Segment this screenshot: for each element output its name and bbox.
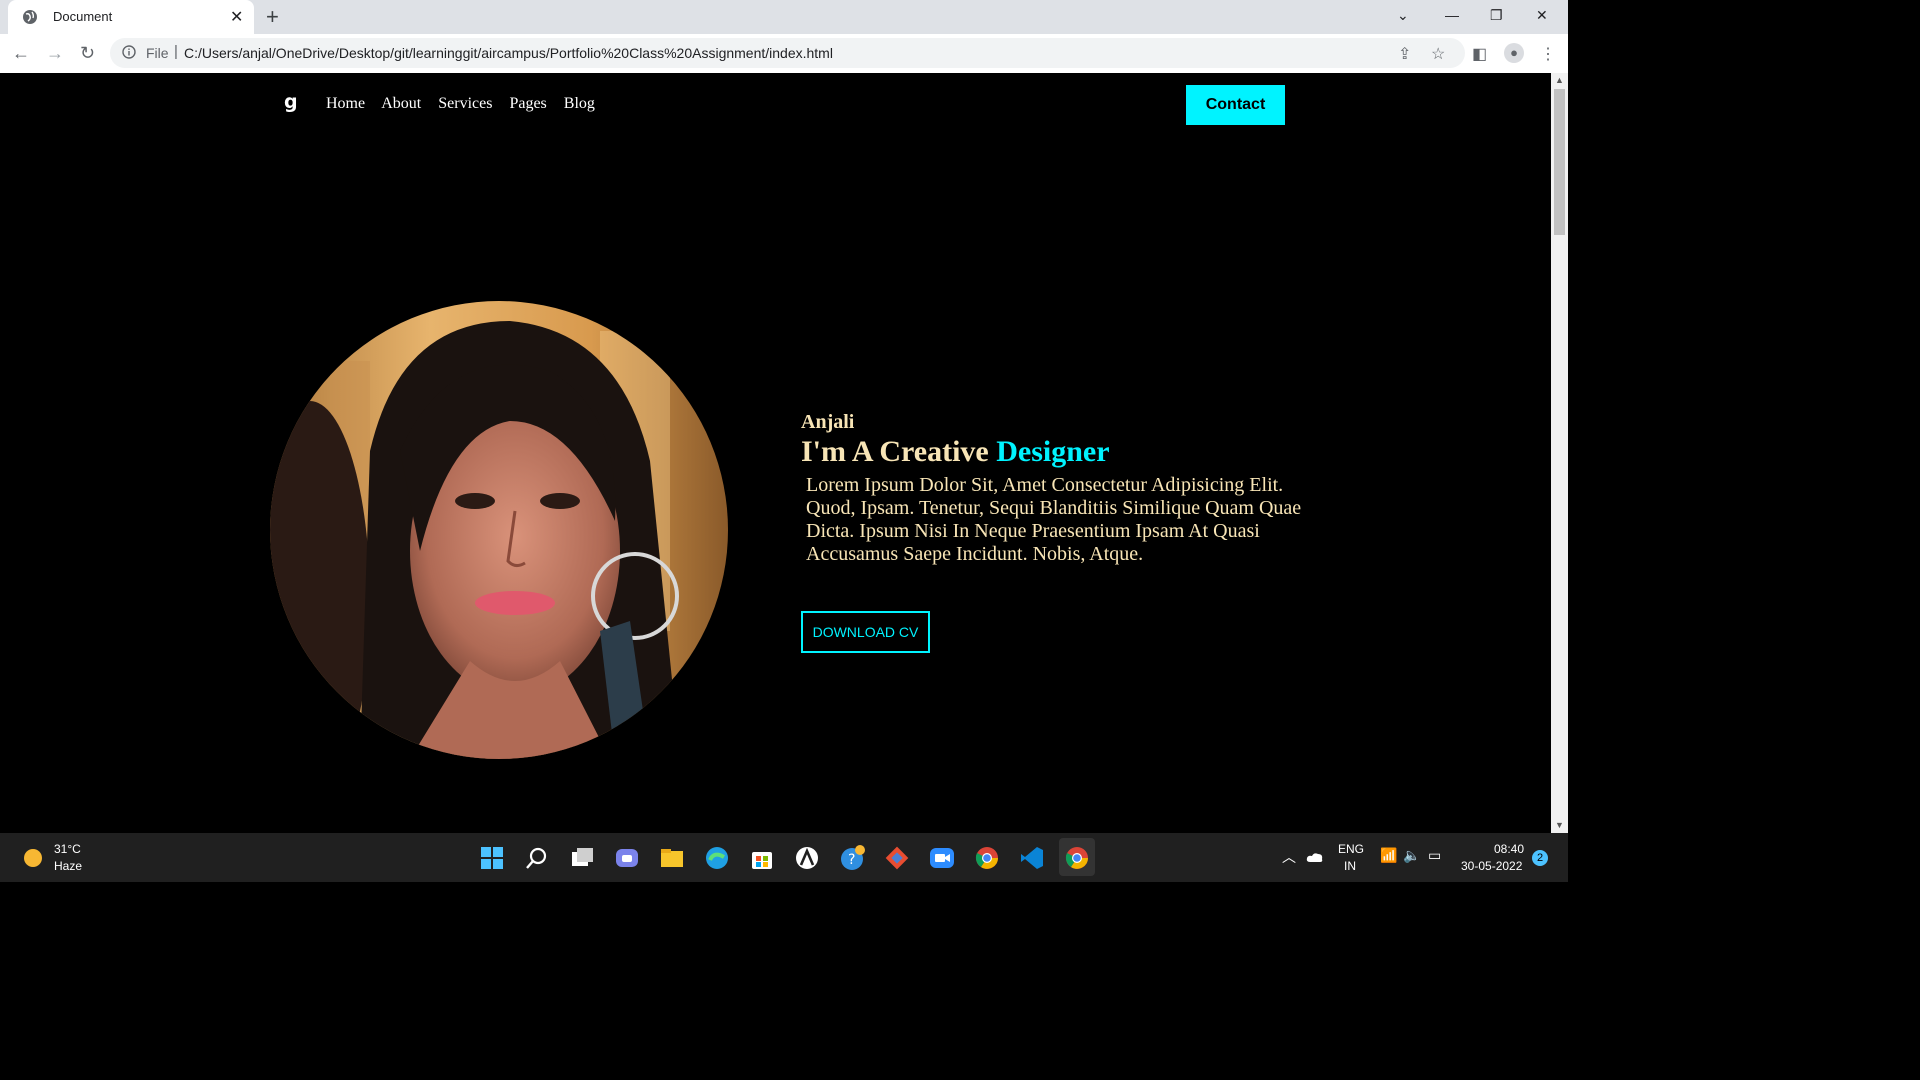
onedrive-cloud-icon[interactable] bbox=[1306, 851, 1324, 863]
hero-title-accent: Designer bbox=[996, 435, 1110, 468]
battery-icon[interactable]: ▭ bbox=[1428, 847, 1441, 864]
hero-paragraph: Lorem Ipsum Dolor Sit, Amet Consectetur … bbox=[806, 474, 1302, 565]
clock-time[interactable]: 08:40 bbox=[1494, 842, 1524, 856]
profile-icon[interactable]: ● bbox=[1504, 43, 1524, 63]
minimize-icon[interactable]: — bbox=[1445, 7, 1459, 23]
tab-search-icon[interactable]: ⌄ bbox=[1397, 7, 1409, 24]
url-separator: | bbox=[174, 43, 178, 60]
back-icon[interactable]: ← bbox=[12, 43, 30, 64]
nav-pages[interactable]: Pages bbox=[509, 95, 546, 112]
url-scheme: File bbox=[146, 45, 169, 61]
share-icon[interactable]: ⇪ bbox=[1398, 44, 1411, 64]
help-icon[interactable]: ? bbox=[839, 845, 865, 871]
contact-button[interactable]: Contact bbox=[1186, 85, 1285, 125]
weather-sun-icon[interactable] bbox=[24, 849, 42, 867]
chat-icon[interactable] bbox=[614, 845, 640, 871]
zoom-icon[interactable] bbox=[929, 845, 955, 871]
bookmark-star-icon[interactable]: ☆ bbox=[1431, 44, 1445, 64]
tab-strip: Document ✕ + ⌄ — ❐ ✕ bbox=[0, 0, 1568, 34]
url-text[interactable]: C:/Users/anjal/OneDrive/Desktop/git/lear… bbox=[184, 45, 833, 61]
wifi-icon[interactable]: 📶 bbox=[1380, 847, 1397, 864]
weather-condition[interactable]: Haze bbox=[54, 859, 82, 873]
region-indicator[interactable]: IN bbox=[1344, 859, 1356, 873]
notification-badge[interactable]: 2 bbox=[1532, 850, 1548, 866]
nav-home[interactable]: Home bbox=[326, 95, 365, 112]
vscode-icon[interactable] bbox=[1019, 845, 1045, 871]
chevron-up-icon[interactable]: ︿ bbox=[1282, 847, 1296, 867]
file-explorer-icon[interactable] bbox=[659, 845, 685, 871]
reload-icon[interactable]: ↻ bbox=[80, 43, 95, 64]
restore-icon[interactable]: ❐ bbox=[1490, 7, 1503, 24]
scroll-down-icon[interactable]: ▼ bbox=[1555, 820, 1564, 830]
tab-close-icon[interactable]: ✕ bbox=[230, 7, 243, 27]
profile-photo bbox=[270, 301, 728, 759]
window-close-icon[interactable]: ✕ bbox=[1536, 7, 1548, 24]
hero-title-prefix: I'm A Creative bbox=[801, 435, 997, 468]
task-view-icon[interactable] bbox=[569, 845, 595, 871]
browser-toolbar: ← → ↻ File | C:/Users/anjal/OneDrive/Des… bbox=[0, 34, 1568, 74]
forward-icon[interactable]: → bbox=[46, 43, 64, 64]
chrome-icon[interactable] bbox=[974, 845, 1000, 871]
clock-date[interactable]: 30-05-2022 bbox=[1461, 859, 1522, 873]
nav-blog[interactable]: Blog bbox=[564, 95, 595, 112]
nav-about[interactable]: About bbox=[381, 95, 421, 112]
app-a-icon[interactable] bbox=[794, 845, 820, 871]
site-nav: Home About Services Pages Blog bbox=[326, 95, 608, 113]
scroll-thumb[interactable] bbox=[1554, 89, 1565, 235]
chrome-active-icon[interactable] bbox=[1064, 845, 1090, 871]
language-indicator[interactable]: ENG bbox=[1338, 842, 1364, 856]
nav-services[interactable]: Services bbox=[438, 95, 492, 112]
page-viewport: g Home About Services Pages Blog Contact bbox=[0, 73, 1551, 833]
site-logo[interactable]: g bbox=[284, 91, 298, 113]
windows-taskbar: 31°C Haze ? ︿ ENG IN 📶 🔈 ▭ 08:40 30-05-2… bbox=[0, 833, 1568, 882]
new-tab-button[interactable]: + bbox=[266, 4, 279, 30]
tab-title: Document bbox=[53, 9, 113, 24]
menu-kebab-icon[interactable]: ⋮ bbox=[1540, 44, 1556, 64]
address-bar[interactable]: File | C:/Users/anjal/OneDrive/Desktop/g… bbox=[110, 38, 1465, 68]
side-panel-icon[interactable]: ◧ bbox=[1472, 44, 1487, 64]
store-icon[interactable] bbox=[749, 845, 775, 871]
volume-icon[interactable]: 🔈 bbox=[1403, 847, 1420, 864]
git-icon[interactable] bbox=[884, 845, 910, 871]
weather-temperature[interactable]: 31°C bbox=[54, 842, 81, 856]
page-scrollbar[interactable]: ▲ ▼ bbox=[1551, 73, 1568, 833]
browser-tab[interactable]: Document ✕ bbox=[8, 0, 254, 34]
search-icon[interactable] bbox=[524, 845, 550, 871]
hero-name: Anjali bbox=[801, 411, 855, 433]
download-cv-button[interactable]: DOWNLOAD CV bbox=[801, 611, 930, 653]
scroll-up-icon[interactable]: ▲ bbox=[1555, 75, 1564, 85]
windows-start-icon[interactable] bbox=[479, 845, 505, 871]
info-icon[interactable] bbox=[122, 45, 136, 59]
globe-icon bbox=[23, 10, 37, 24]
svg-text:?: ? bbox=[848, 852, 855, 868]
edge-icon[interactable] bbox=[704, 845, 730, 871]
hero-title: I'm A Creative Designer bbox=[801, 435, 1110, 469]
